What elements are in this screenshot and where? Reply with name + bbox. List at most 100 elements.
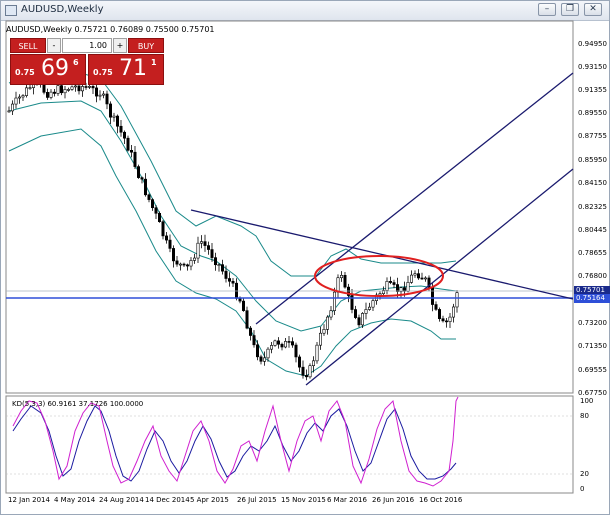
candle-body	[273, 340, 277, 346]
candle-body	[242, 300, 246, 311]
candle-body	[203, 241, 207, 246]
kd-level-label: 100	[580, 397, 594, 405]
candle-body	[304, 375, 308, 378]
buy-price-pips: 71	[119, 56, 147, 81]
candle-body	[256, 344, 260, 358]
price-axis-label: 0.91355	[578, 86, 607, 94]
lot-increase-button[interactable]: +	[113, 38, 127, 53]
candle-body	[210, 249, 214, 258]
candle-body	[455, 292, 459, 308]
chart-window: AUDUSD,Weekly – ❐ ✕ AUDUSD,Weekly 0.7572…	[0, 0, 610, 515]
date-axis-label: 5 Apr 2015	[190, 496, 229, 504]
candlestick-series	[7, 72, 459, 381]
candle-body	[259, 356, 263, 362]
trendlines	[190, 72, 574, 386]
lot-size-input[interactable]: 1.00	[62, 38, 112, 53]
candle-body	[353, 309, 357, 318]
candle-body	[70, 86, 74, 90]
candle-body	[434, 304, 438, 310]
candle-body	[332, 291, 336, 311]
candle-body	[315, 344, 319, 362]
candle-body	[77, 85, 81, 92]
candle-body	[441, 318, 445, 322]
candle-body	[406, 282, 410, 292]
candle-body	[357, 317, 361, 326]
candle-body	[84, 86, 88, 88]
candle-body	[168, 239, 172, 249]
one-click-trade-panel: SELL - 1.00 + BUY 0.75 69 6 0.75 71 1	[10, 38, 164, 85]
sell-button[interactable]: SELL	[10, 38, 46, 53]
candle-body	[276, 340, 280, 345]
candle-body	[228, 278, 232, 282]
lot-decrease-button[interactable]: -	[47, 38, 61, 53]
buy-price-fraction: 1	[151, 58, 157, 67]
candle-body	[364, 309, 368, 314]
candle-body	[21, 95, 25, 98]
candle-body	[172, 248, 176, 262]
candle-body	[325, 316, 329, 330]
candle-body	[294, 344, 298, 358]
candle-body	[280, 343, 284, 348]
sell-price-pips: 69	[41, 56, 69, 81]
candle-body	[102, 93, 106, 96]
candle-body	[318, 332, 322, 346]
price-axis-label: 0.87755	[578, 132, 607, 140]
bollinger-bands	[8, 70, 457, 377]
candle-body	[154, 207, 158, 214]
candle-body	[45, 92, 49, 98]
bollinger-upper	[8, 70, 457, 277]
candle-body	[74, 85, 78, 88]
candle-body	[217, 264, 221, 266]
horizontal-line-price-badge: 0.75164	[574, 294, 610, 303]
candle-body	[311, 360, 315, 366]
kd-k-line	[12, 405, 457, 482]
candle-body	[49, 91, 53, 98]
candle-body	[308, 365, 312, 378]
candle-body	[182, 263, 186, 266]
candle-body	[444, 320, 448, 323]
candle-body	[360, 313, 364, 326]
price-axis-label: 0.93150	[578, 63, 607, 71]
candle-body	[88, 86, 92, 88]
candle-body	[144, 178, 148, 196]
buy-price-prefix: 0.75	[93, 68, 113, 77]
buy-price-quote[interactable]: 0.75 71 1	[88, 54, 164, 85]
candle-body	[301, 366, 305, 376]
candle-body	[158, 213, 162, 222]
candle-body	[283, 341, 287, 348]
candle-body	[123, 131, 127, 139]
date-axis-label: 26 Jun 2016	[372, 496, 415, 504]
price-axis-label: 0.73200	[578, 319, 607, 327]
price-axis-label: 0.78655	[578, 249, 607, 257]
candle-body	[67, 89, 71, 91]
candle-body	[207, 245, 211, 250]
candle-body	[395, 284, 399, 292]
candle-body	[186, 264, 190, 267]
candle-body	[91, 86, 95, 89]
candle-body	[336, 277, 340, 293]
candle-body	[179, 263, 183, 266]
consolidation-ellipse	[314, 255, 444, 297]
kd-indicator-legend: KD(5,3,3) 60.9161 37.1726 100.0000	[12, 400, 144, 408]
candle-body	[371, 300, 375, 308]
candle-body	[189, 260, 193, 267]
candle-body	[329, 310, 333, 318]
candle-body	[266, 348, 270, 359]
candle-body	[290, 341, 294, 346]
sell-price-quote[interactable]: 0.75 69 6	[10, 54, 86, 85]
price-axis-label: 0.67750	[578, 389, 607, 397]
bollinger-lower	[8, 128, 456, 377]
candle-body	[112, 115, 116, 118]
candle-body	[385, 281, 389, 291]
candle-body	[224, 270, 228, 279]
candle-body	[7, 110, 11, 113]
candle-body	[161, 221, 165, 237]
candle-body	[252, 335, 256, 346]
kd-level-label: 20	[580, 470, 589, 478]
candle-body	[52, 91, 56, 94]
candle-body	[98, 94, 102, 97]
price-axis-label: 0.84150	[578, 179, 607, 187]
candle-body	[28, 87, 32, 89]
buy-button[interactable]: BUY	[128, 38, 164, 53]
candle-body	[175, 260, 179, 265]
